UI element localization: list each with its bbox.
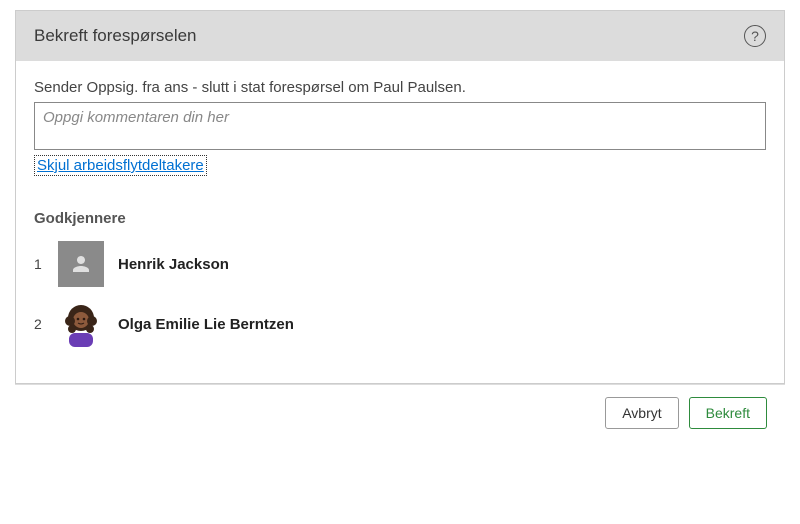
avatar — [58, 241, 104, 287]
comment-input[interactable] — [34, 102, 766, 150]
approver-name: Henrik Jackson — [118, 256, 229, 273]
approver-index: 1 — [34, 256, 58, 272]
approvers-heading: Godkjennere — [34, 210, 766, 227]
cancel-button[interactable]: Avbryt — [605, 397, 678, 429]
sender-text: Sender Oppsig. fra ans - slutt i stat fo… — [34, 79, 766, 96]
confirm-button[interactable]: Bekreft — [689, 397, 767, 429]
approver-row: 1 Henrik Jackson — [34, 241, 766, 287]
help-icon[interactable]: ? — [744, 25, 766, 47]
dialog-title: Bekreft forespørselen — [34, 26, 197, 46]
toggle-participants-wrapper: Skjul arbeidsflytdeltakere — [34, 155, 207, 176]
approver-index: 2 — [34, 316, 58, 332]
approver-name: Olga Emilie Lie Berntzen — [118, 316, 294, 333]
confirm-request-dialog: Bekreft forespørselen ? Sender Oppsig. f… — [15, 10, 785, 384]
avatar — [58, 301, 104, 347]
approver-row: 2 Olga Emilie Lie Berntzen — [34, 301, 766, 347]
dialog-header: Bekreft forespørselen ? — [16, 11, 784, 61]
dialog-body: Sender Oppsig. fra ans - slutt i stat fo… — [16, 61, 784, 383]
toggle-participants-link[interactable]: Skjul arbeidsflytdeltakere — [37, 157, 204, 174]
dialog-footer: Avbryt Bekreft — [15, 384, 785, 441]
person-icon — [58, 241, 104, 287]
avatar-illustration — [58, 301, 104, 347]
